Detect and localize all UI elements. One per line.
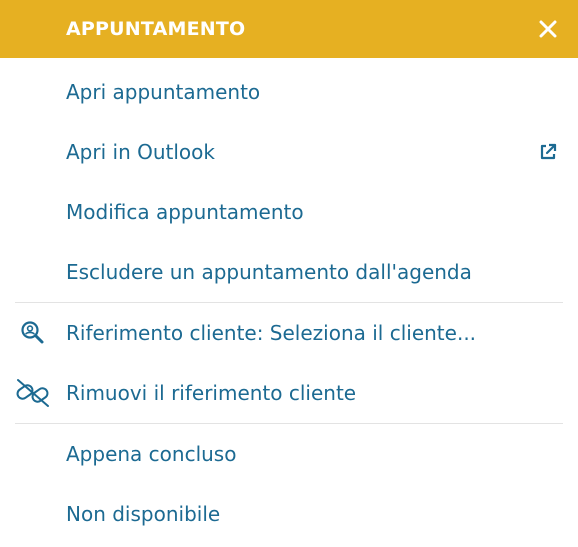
menu-item-open-in-outlook[interactable]: Apri in Outlook [0,122,578,182]
unlink-icon [14,378,52,408]
menu-title: APPUNTAMENTO [66,18,246,40]
menu-item-label: Riferimento cliente: Seleziona il client… [66,321,477,345]
menu-item-label: Escludere un appuntamento dall'agenda [66,260,472,284]
close-icon[interactable] [538,19,558,39]
menu-item-label: Apri appuntamento [66,80,261,104]
menu-item-label: Appena concluso [66,442,237,466]
menu-items: Apri appuntamento Apri in Outlook Modifi… [0,58,578,544]
menu-item-edit-appointment[interactable]: Modifica appuntamento [0,182,578,242]
context-menu: APPUNTAMENTO Apri appuntamento Apri in O… [0,0,578,547]
menu-item-exclude-appointment[interactable]: Escludere un appuntamento dall'agenda [0,242,578,302]
external-link-icon [538,142,558,162]
menu-header: APPUNTAMENTO [0,0,578,58]
menu-item-label: Apri in Outlook [66,140,215,164]
menu-item-client-reference[interactable]: Riferimento cliente: Seleziona il client… [0,303,578,363]
search-client-icon [14,318,52,348]
menu-item-remove-client-reference[interactable]: Rimuovi il riferimento cliente [0,363,578,423]
menu-item-label: Modifica appuntamento [66,200,304,224]
menu-item-not-available[interactable]: Non disponibile [0,484,578,544]
menu-item-label: Rimuovi il riferimento cliente [66,381,357,405]
menu-item-open-appointment[interactable]: Apri appuntamento [0,62,578,122]
menu-item-label: Non disponibile [66,502,221,526]
menu-item-just-concluded[interactable]: Appena concluso [0,424,578,484]
